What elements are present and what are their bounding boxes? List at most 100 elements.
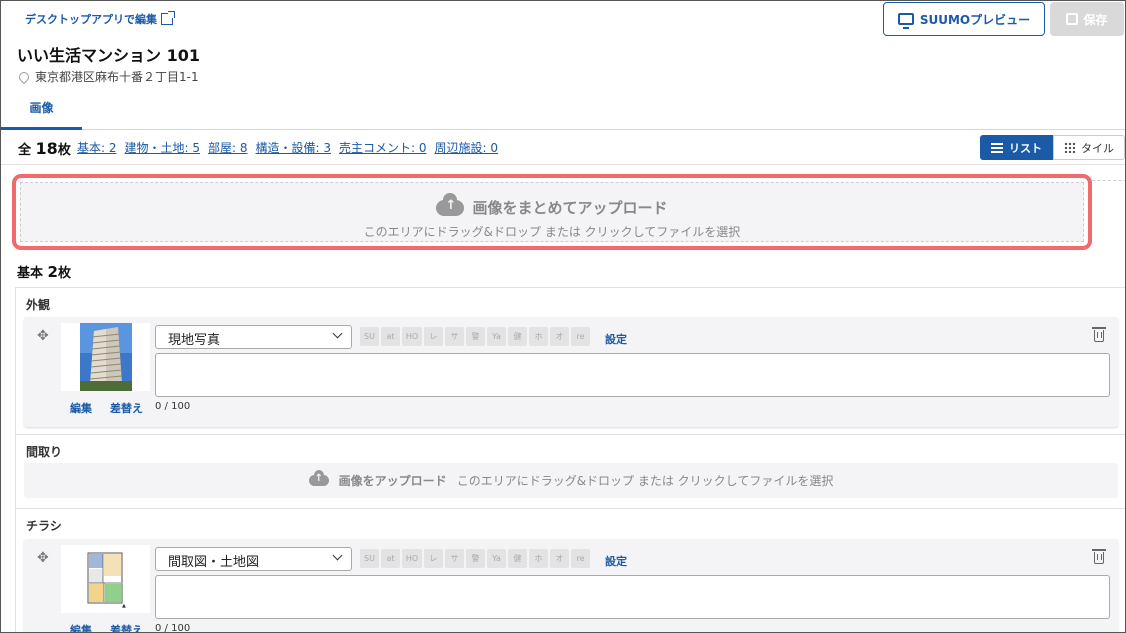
group-label-floorplan: 間取り — [26, 445, 63, 459]
replace-link[interactable]: 差替え — [110, 622, 143, 632]
group-label-flyer: チラシ — [26, 519, 62, 533]
header: デスクトップアプリで編集 いい生活マンション 101 東京都港区麻布十番２丁目1… — [1, 1, 1125, 130]
tag-re[interactable]: re — [571, 327, 590, 346]
group-exterior: 外観 ✥ 編集 差替え 現地写真 SU at HO レ サ 警 Ya 健 ホ オ… — [15, 287, 1125, 435]
tag-kei[interactable]: 警 — [466, 549, 485, 568]
portal-tags: SU at HO レ サ 警 Ya 健 ホ オ re — [360, 327, 590, 346]
tag-sa[interactable]: サ — [445, 327, 464, 346]
cloud-upload-icon — [308, 470, 329, 486]
tag-at[interactable]: at — [381, 549, 400, 568]
trash-icon[interactable] — [1092, 549, 1106, 564]
replace-link[interactable]: 差替え — [110, 400, 143, 416]
category-link-room[interactable]: 部屋: 8 — [208, 139, 248, 156]
thumbnail-exterior — [61, 323, 150, 391]
view-toggle: リスト タイル — [980, 135, 1125, 160]
group-flyer: チラシ ✥ ▲ 編集 差替え 間取図・土地図 SU at HO レ サ 警 Ya… — [15, 508, 1125, 633]
bulk-upload-subtitle: このエリアにドラッグ&ドロップ または クリックしてファイルを選択 — [363, 225, 741, 239]
settings-link[interactable]: 設定 — [605, 553, 627, 569]
external-link-icon — [161, 11, 175, 25]
move-handle-icon[interactable]: ✥ — [37, 329, 51, 343]
tile-view-button[interactable]: タイル — [1053, 135, 1125, 160]
image-card-exterior: ✥ 編集 差替え 現地写真 SU at HO レ サ 警 Ya 健 ホ オ re… — [24, 317, 1118, 427]
edit-link[interactable]: 編集 — [70, 622, 92, 632]
tag-kei[interactable]: 警 — [466, 327, 485, 346]
section-suffix: 枚 — [57, 266, 71, 281]
location-pin-icon — [16, 69, 32, 84]
monitor-icon — [897, 13, 914, 29]
tag-re-kana[interactable]: レ — [424, 327, 443, 346]
char-counter: 0 / 100 — [155, 401, 191, 412]
upload-title: 画像をアップロード — [338, 474, 447, 488]
portal-tags: SU at HO レ サ 警 Ya 健 ホ オ re — [360, 549, 590, 568]
comment-textarea[interactable] — [155, 353, 1110, 397]
section-count: 2 — [47, 263, 58, 281]
page-title: いい生活マンション 101 — [17, 46, 200, 65]
image-card-flyer: ✥ ▲ 編集 差替え 間取図・土地図 SU at HO レ サ 警 Ya 健 ホ… — [24, 539, 1118, 633]
trash-icon[interactable] — [1092, 327, 1106, 342]
bulk-upload-title: 画像をまとめてアップロード — [21, 192, 1083, 218]
total-count: 全 18枚 — [18, 139, 71, 158]
group-floorplan: 間取り 画像をアップロード このエリアにドラッグ&ドロップ または クリックして… — [15, 434, 1125, 509]
tag-ho-kana[interactable]: ホ — [529, 327, 548, 346]
image-type-select[interactable]: 間取図・土地図 — [155, 547, 352, 571]
cloud-upload-icon — [436, 192, 465, 216]
tag-re-kana[interactable]: レ — [424, 549, 443, 568]
comment-textarea[interactable] — [155, 575, 1110, 619]
suumo-preview-button[interactable]: SUUMOプレビュー — [883, 2, 1045, 36]
address-text: 東京都港区麻布十番２丁目1-1 — [35, 70, 199, 84]
total-number: 18 — [35, 139, 58, 158]
category-link-building-land[interactable]: 建物・土地: 5 — [125, 139, 201, 156]
desktop-app-link-label: デスクトップアプリで編集 — [25, 13, 157, 26]
tag-at[interactable]: at — [381, 327, 400, 346]
section-name: 基本 — [17, 266, 44, 281]
tag-o[interactable]: オ — [550, 327, 569, 346]
tile-view-label: タイル — [1081, 141, 1114, 155]
tag-ho[interactable]: HO — [402, 327, 422, 346]
bulk-upload-dropzone[interactable]: 画像をまとめてアップロード このエリアにドラッグ&ドロップ または クリックして… — [20, 182, 1084, 242]
grid-icon — [1064, 142, 1075, 153]
tag-ya[interactable]: Ya — [487, 327, 506, 346]
floorplan-upload-dropzone[interactable]: 画像をアップロード このエリアにドラッグ&ドロップ または クリックしてファイル… — [24, 463, 1118, 498]
tag-su[interactable]: SU — [360, 327, 379, 346]
char-counter: 0 / 100 — [155, 623, 191, 633]
category-link-basic[interactable]: 基本: 2 — [77, 139, 117, 156]
chevron-down-icon — [332, 328, 343, 339]
tag-re[interactable]: re — [571, 549, 590, 568]
tag-su[interactable]: SU — [360, 549, 379, 568]
list-view-label: リスト — [1009, 141, 1042, 155]
tag-ho[interactable]: HO — [402, 549, 422, 568]
image-type-value: 間取図・土地図 — [168, 555, 260, 570]
list-view-button[interactable]: リスト — [980, 135, 1053, 160]
tag-ken[interactable]: 健 — [508, 549, 527, 568]
edit-link[interactable]: 編集 — [70, 400, 92, 416]
dropzone-edge — [1092, 180, 1125, 181]
category-links: 基本: 2 建物・土地: 5 部屋: 8 構造・設備: 3 売主コメント: 0 … — [77, 139, 498, 156]
tag-ho-kana[interactable]: ホ — [529, 549, 548, 568]
image-type-value: 現地写真 — [168, 333, 221, 348]
bulk-upload-highlight: 画像をまとめてアップロード このエリアにドラッグ&ドロップ または クリックして… — [12, 174, 1092, 250]
tag-ya[interactable]: Ya — [487, 549, 506, 568]
app-frame: デスクトップアプリで編集 いい生活マンション 101 東京都港区麻布十番２丁目1… — [0, 0, 1126, 633]
image-type-select[interactable]: 現地写真 — [155, 325, 352, 349]
tag-o[interactable]: オ — [550, 549, 569, 568]
settings-link[interactable]: 設定 — [605, 331, 627, 347]
category-link-nearby[interactable]: 周辺施設: 0 — [435, 139, 499, 156]
tag-sa[interactable]: サ — [445, 549, 464, 568]
thumbnail-floorplan: ▲ — [61, 545, 150, 613]
move-handle-icon[interactable]: ✥ — [37, 551, 51, 565]
suumo-preview-label: SUUMOプレビュー — [919, 12, 1031, 27]
svg-text:▲: ▲ — [122, 603, 126, 609]
total-prefix: 全 — [18, 143, 32, 158]
count-bar: 全 18枚 基本: 2 建物・土地: 5 部屋: 8 構造・設備: 3 売主コメ… — [1, 131, 1125, 165]
section-title-basic: 基本 2枚 — [17, 262, 71, 281]
tab-image[interactable]: 画像 — [1, 90, 82, 130]
tag-ken[interactable]: 健 — [508, 327, 527, 346]
desktop-app-link[interactable]: デスクトップアプリで編集 — [25, 11, 175, 27]
chevron-down-icon — [332, 550, 343, 561]
save-disk-icon — [1066, 13, 1079, 25]
save-button[interactable]: 保存 — [1050, 2, 1124, 36]
upload-hint: このエリアにドラッグ&ドロップ または クリックしてファイルを選択 — [456, 474, 834, 488]
save-label: 保存 — [1083, 12, 1108, 27]
category-link-structure[interactable]: 構造・設備: 3 — [256, 139, 332, 156]
category-link-seller-comment[interactable]: 売主コメント: 0 — [339, 139, 427, 156]
